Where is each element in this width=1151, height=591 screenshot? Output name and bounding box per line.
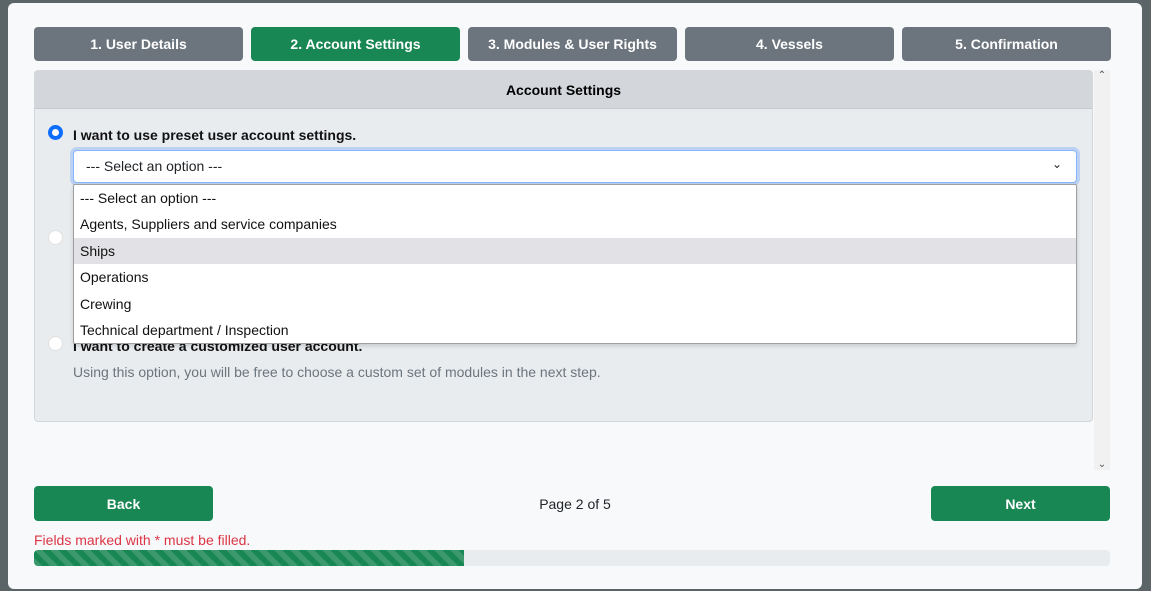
wizard-steps: 1. User Details 2. Account Settings 3. M… — [34, 27, 1111, 61]
step-confirmation[interactable]: 5. Confirmation — [902, 27, 1111, 61]
option-select-placeholder[interactable]: --- Select an option --- — [74, 185, 1076, 211]
preset-radio[interactable] — [48, 125, 63, 140]
option-agents[interactable]: Agents, Suppliers and service companies — [74, 211, 1076, 237]
chevron-down-icon: ⌄ — [1051, 157, 1062, 171]
required-fields-message: Fields marked with * must be filled. — [34, 532, 251, 548]
option-technical[interactable]: Technical department / Inspection — [74, 317, 1076, 343]
option-ships[interactable]: Ships — [74, 237, 1076, 265]
next-button[interactable]: Next — [931, 486, 1110, 521]
panel-scrollbar[interactable]: ⌃ ⌄ — [1094, 70, 1110, 470]
account-settings-panel: Account Settings I want to use preset us… — [34, 70, 1093, 422]
preset-dropdown-list: --- Select an option --- Agents, Supplie… — [73, 184, 1077, 345]
progress-bar — [34, 550, 1110, 566]
scroll-down-icon[interactable]: ⌄ — [1094, 459, 1110, 470]
progress-fill — [34, 550, 465, 566]
preset-label[interactable]: I want to use preset user account settin… — [73, 127, 356, 143]
option-crewing[interactable]: Crewing — [74, 291, 1076, 317]
step-modules-user-rights[interactable]: 3. Modules & User Rights — [468, 27, 677, 61]
option-operations[interactable]: Operations — [74, 264, 1076, 290]
custom-hint: Using this option, you will be free to c… — [73, 364, 601, 380]
step-account-settings[interactable]: 2. Account Settings — [251, 27, 460, 61]
select-value: --- Select an option --- — [86, 158, 223, 174]
wizard-card: 1. User Details 2. Account Settings 3. M… — [8, 3, 1142, 589]
scroll-up-icon[interactable]: ⌃ — [1094, 70, 1110, 81]
step-user-details[interactable]: 1. User Details — [34, 27, 243, 61]
second-option-radio[interactable] — [48, 230, 63, 245]
custom-radio[interactable] — [48, 336, 63, 351]
panel-title: Account Settings — [35, 71, 1092, 109]
step-vessels[interactable]: 4. Vessels — [685, 27, 894, 61]
preset-select[interactable]: --- Select an option --- ⌄ — [73, 150, 1077, 183]
